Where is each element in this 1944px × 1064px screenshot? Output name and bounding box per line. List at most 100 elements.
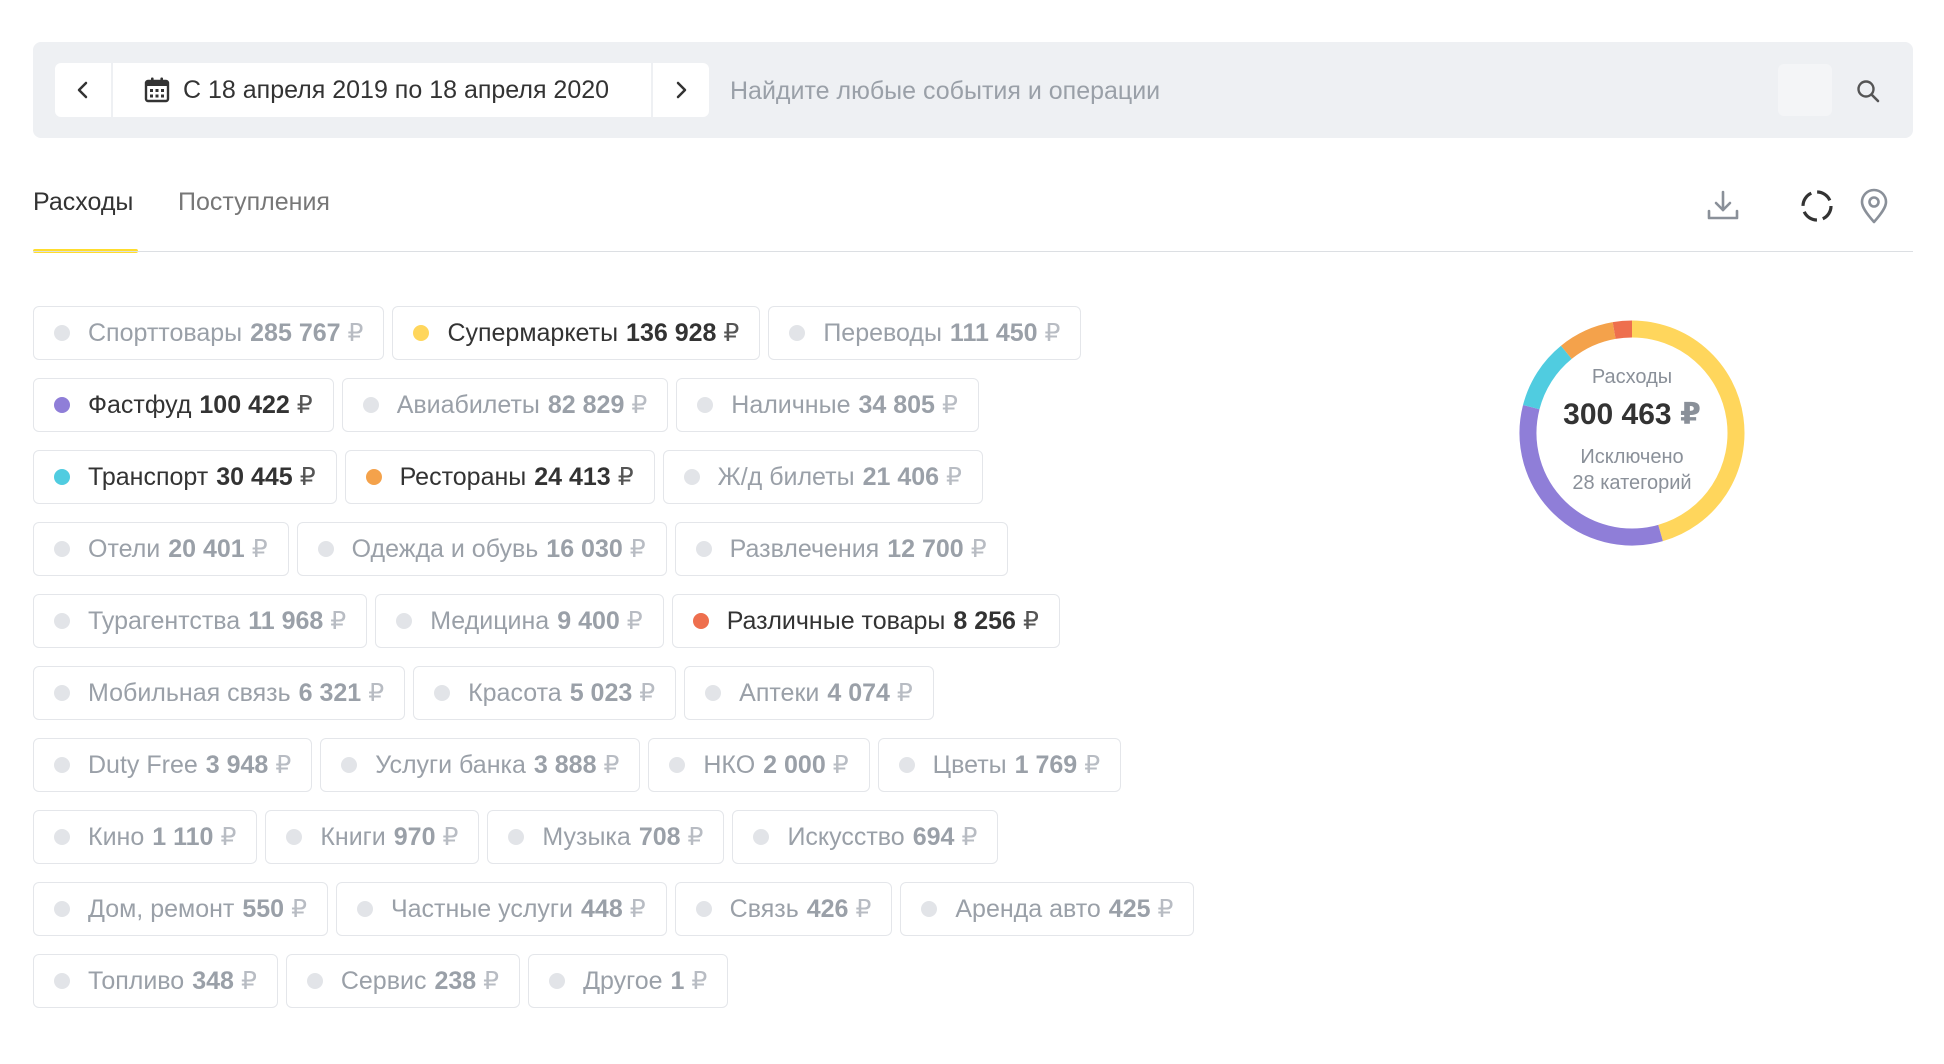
currency-symbol: ₽: [291, 895, 307, 923]
category-chip[interactable]: Мобильная связь 6 321 ₽: [33, 666, 406, 720]
category-amount: 4 074: [827, 678, 890, 707]
category-chip[interactable]: Наличные 34 805 ₽: [676, 378, 979, 432]
category-chips: Спорттовары 285 767 ₽ Супермаркеты 136 928 ₽ П…: [33, 306, 1263, 1026]
currency-symbol: ₽: [723, 319, 740, 347]
currency-symbol: ₽: [941, 391, 958, 419]
category-amount: 2 000: [763, 750, 826, 779]
currency-symbol: ₽: [961, 823, 978, 851]
category-chip[interactable]: Услуги банка 3 888 ₽: [320, 738, 641, 792]
category-amount: 5 023: [569, 678, 633, 707]
category-chip[interactable]: Рестораны 24 413 ₽: [344, 450, 655, 504]
category-amount: 1 110: [152, 822, 214, 851]
map-view-button[interactable]: [1854, 186, 1894, 226]
category-name: Топливо: [88, 966, 185, 995]
next-period-button[interactable]: [653, 63, 709, 117]
tab-expenses[interactable]: Расходы: [33, 188, 133, 217]
category-dot-icon: [695, 901, 712, 917]
category-chip[interactable]: Развлечения 12 700 ₽: [674, 522, 1008, 576]
category-chip[interactable]: Спорттовары 285 767 ₽: [33, 306, 385, 360]
currency-symbol: ₽: [626, 607, 643, 635]
currency-symbol: ₽: [1157, 895, 1174, 923]
category-dot-icon: [898, 757, 915, 773]
search-input[interactable]: [728, 65, 1802, 117]
category-chip[interactable]: Различные товары 8 256 ₽: [671, 594, 1060, 648]
category-chip[interactable]: Аптеки 4 074 ₽: [684, 666, 934, 720]
chip-row: Спорттовары 285 767 ₽ Супермаркеты 136 928 ₽ П…: [33, 306, 1263, 362]
category-amount: 425: [1108, 894, 1151, 923]
category-chip[interactable]: Транспорт 30 445 ₽: [33, 450, 337, 504]
category-name: Другое: [583, 966, 663, 995]
download-button[interactable]: [1703, 186, 1743, 226]
category-dot-icon: [54, 685, 70, 701]
category-chip[interactable]: Музыка 708 ₽: [487, 810, 725, 864]
currency-symbol: ₽: [603, 751, 620, 779]
category-amount: 1 769: [1014, 750, 1078, 779]
category-amount: 136 928: [626, 318, 717, 347]
category-dot-icon: [692, 613, 709, 629]
category-chip[interactable]: Искусство 694 ₽: [732, 810, 999, 864]
location-pin-icon: [1860, 188, 1888, 224]
category-name: Одежда и обувь: [351, 534, 539, 563]
period-selector[interactable]: С 18 апреля 2019 по 18 апреля 2020: [113, 63, 651, 117]
category-amount: 12 700: [887, 534, 964, 563]
calendar-icon: [143, 76, 171, 104]
category-chip[interactable]: Красота 5 023 ₽: [413, 666, 677, 720]
category-chip[interactable]: Duty Free 3 948 ₽: [33, 738, 313, 792]
search-button[interactable]: [1848, 71, 1888, 111]
category-chip[interactable]: Переводы 111 450 ₽: [768, 306, 1082, 360]
category-amount: 24 413: [534, 462, 611, 491]
category-dot-icon: [789, 325, 806, 341]
category-name: Медицина: [430, 606, 550, 635]
category-name: Ж/д билеты: [717, 462, 855, 491]
category-name: Переводы: [823, 318, 942, 347]
category-name: Дом, ремонт: [88, 894, 235, 923]
currency-symbol: ₽: [1022, 607, 1039, 635]
category-chip[interactable]: Другое 1 ₽: [528, 954, 729, 1008]
previous-period-button[interactable]: [55, 63, 111, 117]
category-chip[interactable]: Дом, ремонт 550 ₽: [33, 882, 328, 936]
category-chip[interactable]: Ж/д билеты 21 406 ₽: [662, 450, 983, 504]
donut-chart-icon: [1801, 190, 1833, 222]
category-chip[interactable]: Топливо 348 ₽: [33, 954, 278, 1008]
category-chip[interactable]: Книги 970 ₽: [265, 810, 480, 864]
category-chip[interactable]: Одежда и обувь 16 030 ₽: [296, 522, 667, 576]
category-name: Различные товары: [726, 606, 946, 635]
chip-row: Мобильная связь 6 321 ₽ Красота 5 023 ₽ Аптеки…: [33, 666, 1263, 722]
category-chip[interactable]: Цветы 1 769 ₽: [877, 738, 1122, 792]
category-chip[interactable]: НКО 2 000 ₽: [648, 738, 870, 792]
currency-symbol: ₽: [240, 967, 257, 995]
chart-view-button[interactable]: [1797, 186, 1837, 226]
category-amount: 970: [393, 822, 436, 851]
category-chip[interactable]: Супермаркеты 136 928 ₽: [392, 306, 761, 360]
category-chip[interactable]: Сервис 238 ₽: [285, 954, 521, 1008]
category-amount: 16 030: [546, 534, 623, 563]
category-chip[interactable]: Связь 426 ₽: [674, 882, 893, 936]
category-chip[interactable]: Турагентства 11 968 ₽: [33, 594, 368, 648]
category-name: Связь: [729, 894, 799, 923]
category-chip[interactable]: Медицина 9 400 ₽: [375, 594, 664, 648]
category-name: Развлечения: [729, 534, 880, 563]
category-dot-icon: [695, 541, 712, 557]
tab-income[interactable]: Поступления: [178, 188, 330, 217]
category-amount: 34 805: [858, 390, 935, 419]
category-amount: 8 256: [953, 606, 1016, 635]
category-dot-icon: [54, 469, 70, 485]
category-dot-icon: [683, 469, 700, 485]
category-name: Искусство: [787, 822, 905, 851]
category-name: Мобильная связь: [88, 678, 291, 707]
currency-symbol: ₽: [855, 895, 872, 923]
currency-symbol: ₽: [687, 823, 704, 851]
category-amount: 82 829: [547, 390, 625, 419]
currency-symbol: ₽: [832, 751, 849, 779]
chip-row: Кино 1 110 ₽ Книги 970 ₽ Музыка 708 ₽ Искусство 69…: [33, 810, 1263, 866]
category-chip[interactable]: Кино 1 110 ₽: [33, 810, 258, 864]
currency-symbol: ₽: [631, 391, 648, 419]
category-dot-icon: [54, 757, 70, 773]
category-name: Duty Free: [88, 750, 198, 779]
category-chip[interactable]: Частные услуги 448 ₽: [335, 882, 667, 936]
donut-summary: Расходы 300 463 ₽ Исключено 28 категорий: [1492, 293, 1772, 573]
category-chip[interactable]: Отели 20 401 ₽: [33, 522, 289, 576]
category-chip[interactable]: Авиабилеты 82 829 ₽: [341, 378, 669, 432]
category-chip[interactable]: Аренда авто 425 ₽: [900, 882, 1195, 936]
category-chip[interactable]: Фастфуд 100 422 ₽: [33, 378, 334, 432]
